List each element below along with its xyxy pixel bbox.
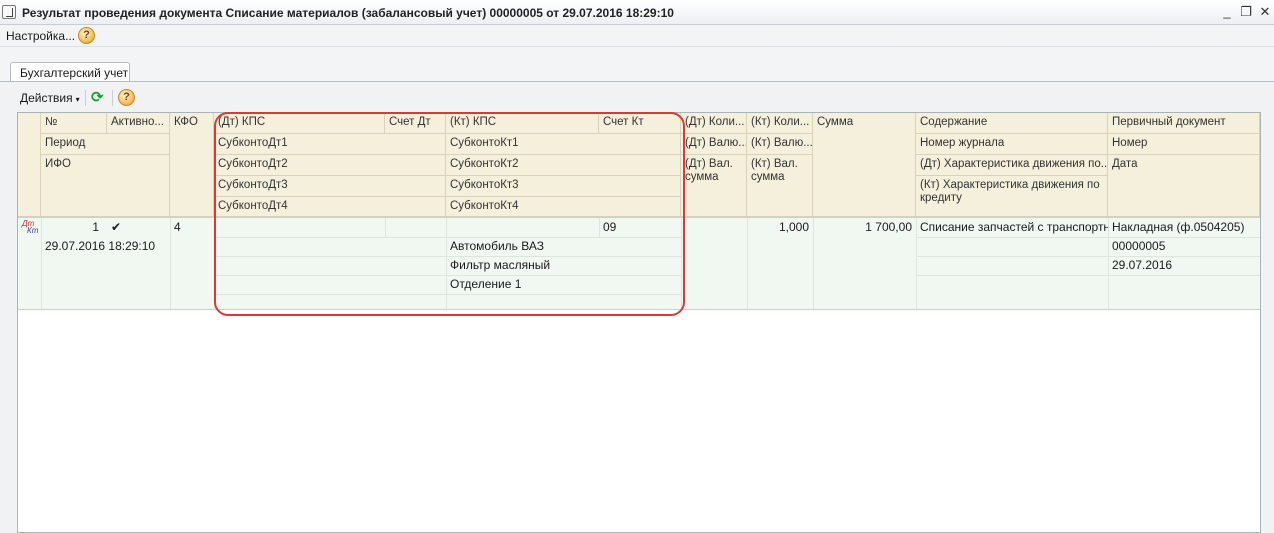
tab-accounting[interactable]: Бухгалтерский учет <box>10 62 130 82</box>
document-icon <box>2 5 16 19</box>
actions-label: Действия <box>20 91 73 105</box>
header-icon-column <box>18 113 41 217</box>
header-primary-doc[interactable]: Первичный документ <box>1108 113 1260 134</box>
header-dt-cur-amount[interactable]: (Дт) Вал. сумма <box>681 155 747 217</box>
header-kt-cur-amount[interactable]: (Кт) Вал. сумма <box>747 155 813 217</box>
entry-type-kt: Кт <box>27 226 39 235</box>
header-dt-movement[interactable]: (Дт) Характеристика движения по... <box>916 155 1108 176</box>
header-dt-qty[interactable]: (Дт) Коли... <box>681 113 747 134</box>
help-icon[interactable]: ? <box>118 89 135 106</box>
header-period[interactable]: Период <box>41 134 170 155</box>
cell-doc-number: 00000005 <box>1112 239 1166 253</box>
highlight-outline <box>214 112 685 316</box>
header-number[interactable]: № <box>41 113 107 134</box>
toolbar: Действия ▾ ⟳ ? <box>0 82 1274 112</box>
menu-bar: Настройка... ? <box>0 25 1274 47</box>
header-kt-movement[interactable]: (Кт) Характеристика движения по кредиту <box>916 176 1108 217</box>
cell-primary-doc: Накладная (ф.0504205) <box>1112 220 1245 234</box>
cell-number: 1 <box>92 220 99 234</box>
refresh-icon[interactable]: ⟳ <box>91 90 106 105</box>
header-kt-qty[interactable]: (Кт) Коли... <box>747 113 813 134</box>
toolbar-separator <box>112 90 113 106</box>
header-active[interactable]: Активно... <box>107 113 170 134</box>
minimize-icon[interactable]: _ <box>1219 4 1235 20</box>
header-journal-no[interactable]: Номер журнала <box>916 134 1108 155</box>
help-icon[interactable]: ? <box>78 27 95 44</box>
close-icon[interactable]: ✕ <box>1257 4 1273 20</box>
cell-content: Списание запчастей с транспортн... <box>920 220 1108 234</box>
restore-icon[interactable]: ❐ <box>1238 4 1254 20</box>
header-ifo[interactable]: ИФО <box>41 155 170 217</box>
window-title: Результат проведения документа Списание … <box>22 6 674 20</box>
settings-menu[interactable]: Настройка... <box>6 29 75 43</box>
chevron-down-icon: ▾ <box>75 95 80 104</box>
entry-type-icon: Дт Кт <box>22 220 39 235</box>
header-kt-currency[interactable]: (Кт) Валю... <box>747 134 813 155</box>
cell-doc-date: 29.07.2016 <box>1112 258 1173 272</box>
checkmark-icon[interactable]: ✔ <box>107 218 147 234</box>
header-kfo[interactable]: КФО <box>170 113 214 217</box>
cell-kt-qty: 1,000 <box>778 220 809 234</box>
actions-menu-button[interactable]: Действия ▾ <box>20 91 80 105</box>
header-dt-currency[interactable]: (Дт) Валю... <box>681 134 747 155</box>
toolbar-separator <box>85 90 86 106</box>
tab-strip: Бухгалтерский учет <box>0 47 1274 82</box>
cell-amount: 1 700,00 <box>865 220 912 234</box>
window-title-bar: Результат проведения документа Списание … <box>0 0 1274 25</box>
cell-period: 29.07.2016 18:29:10 <box>45 239 156 253</box>
header-doc-number[interactable]: Номер <box>1108 134 1260 155</box>
header-doc-date[interactable]: Дата <box>1108 155 1260 217</box>
header-content[interactable]: Содержание <box>916 113 1108 134</box>
header-amount[interactable]: Сумма <box>813 113 916 217</box>
cell-kfo: 4 <box>174 220 181 234</box>
